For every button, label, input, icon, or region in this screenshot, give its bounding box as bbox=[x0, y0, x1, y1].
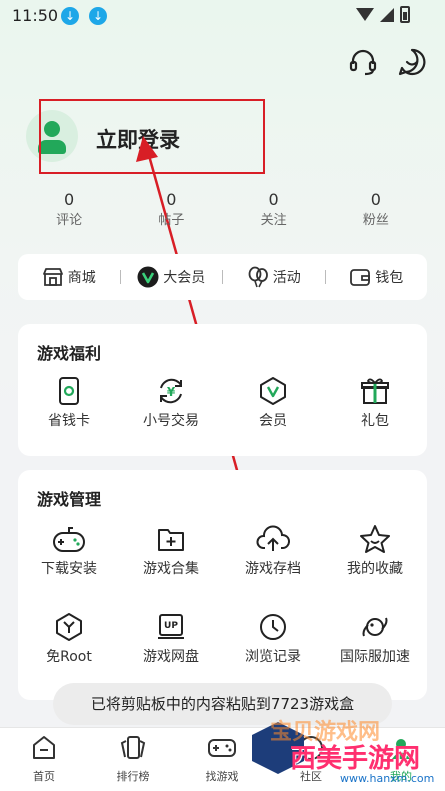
saving-card-icon bbox=[59, 377, 79, 405]
message-icon[interactable] bbox=[397, 47, 427, 77]
game-management-card: 游戏管理 下载安装 游戏合集 游戏存档 我的收藏 免Root UP 游戏网盘 浏… bbox=[18, 470, 427, 700]
game-benefits-title: 游戏福利 bbox=[37, 344, 102, 363]
watermark: 宝贝游戏网 西美手游网 www.hanxm.com bbox=[250, 712, 445, 791]
manage-download-install[interactable]: 下载安装 bbox=[18, 524, 120, 578]
up-drive-icon: UP bbox=[158, 614, 184, 639]
stat-following[interactable]: 0 关注 bbox=[223, 190, 325, 234]
controller-icon bbox=[208, 739, 236, 757]
battery-icon bbox=[400, 6, 410, 23]
store-icon bbox=[42, 268, 63, 286]
star-icon bbox=[360, 525, 390, 553]
benefit-account-trade[interactable]: ¥ 小号交易 bbox=[120, 376, 222, 430]
svg-text:UP: UP bbox=[164, 621, 178, 631]
manage-intl-accelerator[interactable]: 国际服加速 bbox=[324, 612, 426, 666]
folder-plus-icon bbox=[158, 529, 184, 551]
game-benefits-card: 游戏福利 省钱卡 ¥ 小号交易 会员 礼包 bbox=[18, 324, 427, 456]
status-time: 11:50 bbox=[12, 6, 59, 25]
stat-comments[interactable]: 0 评论 bbox=[18, 190, 120, 234]
balloon-icon bbox=[248, 266, 268, 288]
stat-fans[interactable]: 0 粉丝 bbox=[325, 190, 427, 234]
wifi-icon bbox=[356, 8, 374, 21]
svg-text:¥: ¥ bbox=[167, 385, 176, 399]
nav-home[interactable]: 首页 bbox=[9, 734, 79, 784]
stat-posts[interactable]: 0 帖子 bbox=[120, 190, 222, 234]
clock-icon bbox=[260, 614, 286, 640]
quick-links-bar: 商城 大会员 活动 钱包 bbox=[18, 254, 427, 300]
member-badge-icon bbox=[260, 377, 286, 405]
hexagon-y-icon bbox=[56, 613, 82, 641]
login-row[interactable]: 立即登录 bbox=[0, 100, 445, 176]
manage-game-saves[interactable]: 游戏存档 bbox=[222, 524, 324, 578]
quick-link-activity[interactable]: 活动 bbox=[223, 266, 325, 288]
signal-icon bbox=[380, 8, 394, 22]
customer-service-icon[interactable] bbox=[348, 47, 378, 77]
download-notification-icon: ↓ bbox=[61, 7, 79, 25]
nav-find-games[interactable]: 找游戏 bbox=[187, 734, 257, 784]
download-notification-icon: ↓ bbox=[89, 7, 107, 25]
status-bar: 11:50 ↓ ↓ bbox=[0, 0, 445, 32]
planet-icon bbox=[362, 617, 388, 637]
quick-link-wallet[interactable]: 钱包 bbox=[326, 266, 428, 288]
cloud-upload-icon bbox=[256, 525, 290, 551]
manage-favorites[interactable]: 我的收藏 bbox=[324, 524, 426, 578]
login-button[interactable]: 立即登录 bbox=[96, 124, 180, 154]
home-icon bbox=[33, 736, 55, 759]
benefit-gift[interactable]: 礼包 bbox=[324, 376, 426, 430]
benefit-saving-card[interactable]: 省钱卡 bbox=[18, 376, 120, 430]
gift-icon bbox=[361, 378, 389, 404]
avatar[interactable] bbox=[26, 110, 78, 162]
manage-game-drive[interactable]: UP 游戏网盘 bbox=[120, 612, 222, 666]
wallet-icon bbox=[350, 269, 371, 286]
vip-icon bbox=[137, 266, 159, 288]
manage-game-collection[interactable]: 游戏合集 bbox=[120, 524, 222, 578]
nav-ranking[interactable]: 排行榜 bbox=[98, 734, 168, 784]
manage-no-root[interactable]: 免Root bbox=[18, 612, 120, 666]
yen-exchange-icon: ¥ bbox=[160, 378, 182, 404]
ranking-cards-icon bbox=[120, 736, 146, 759]
stats-row: 0 评论 0 帖子 0 关注 0 粉丝 bbox=[18, 190, 427, 234]
quick-link-vip[interactable]: 大会员 bbox=[121, 266, 223, 288]
quick-link-store[interactable]: 商城 bbox=[18, 266, 120, 288]
manage-history[interactable]: 浏览记录 bbox=[222, 612, 324, 666]
gamepad-icon bbox=[53, 527, 85, 552]
benefit-member[interactable]: 会员 bbox=[222, 376, 324, 430]
game-management-title: 游戏管理 bbox=[37, 490, 102, 509]
